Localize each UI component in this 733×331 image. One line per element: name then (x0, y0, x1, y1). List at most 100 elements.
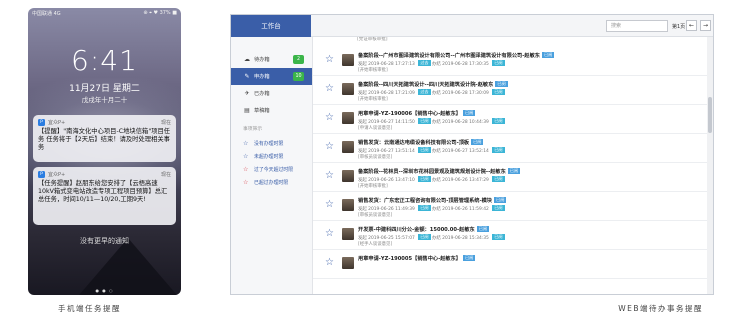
prev-page-button[interactable]: ← (686, 20, 697, 31)
count-badge: 10 (293, 72, 304, 81)
task-title[interactable]: 备案阶段--四川天拓建筑设计--四川天拓建筑设计院-赵敏东 已阅 (358, 81, 508, 88)
status-badge: 已阅 (495, 81, 508, 87)
filter-within-deadline[interactable]: ☆ 未超办理时限 (231, 150, 312, 163)
task-meta: 发起 2019-06-27 14:11:50 已阅 办结 2019-06-28 … (358, 118, 505, 125)
carrier-text: 中国联通 4G (32, 11, 61, 17)
web-header: 工作台 搜索 第1页 ← → (231, 15, 713, 37)
table-row[interactable]: ☆ 用章申请-YZ-190005【销售中心-赵敏东】 已阅 (313, 250, 707, 279)
notification-card[interactable]: P 宜众P+ 现在 【任务提醒】赵朋东给您安排了【云梧高速10kV箱式变电站改造… (33, 167, 176, 225)
star-icon[interactable]: ☆ (325, 229, 334, 239)
table-row[interactable]: ☆ 用章申请-YZ-190006【销售中心-赵敏东】 已阅 发起 2019-06-27… (313, 105, 707, 134)
star-icon[interactable]: ☆ (325, 200, 334, 210)
sidebar-item-label: 已办箱 (254, 91, 270, 97)
notification-app-name: 宜众P+ (48, 171, 66, 178)
star-icon[interactable]: ☆ (325, 258, 334, 268)
end-time: 办结 2019-06-27 13:52:14 (430, 149, 491, 154)
search-input[interactable]: 搜索 (606, 20, 668, 32)
task-title-text: 用章申请-YZ-190005【销售中心-赵敏东】 (358, 256, 461, 262)
task-step: [审核员谈谈意见] (358, 213, 393, 218)
task-title[interactable]: 用章申请-YZ-190006【销售中心-赵敏东】 已阅 (358, 110, 476, 117)
send-icon: ✈ (244, 90, 250, 97)
filter-no-deadline[interactable]: ☆ 没有办理时限 (231, 137, 312, 150)
filter-due-today[interactable]: ☆ 过了今天超过时限 (231, 163, 312, 176)
status-badge: 已阅 (492, 234, 505, 240)
wallpaper-mountain (68, 238, 181, 295)
sidebar-item-done[interactable]: ✈ 已办箱 (231, 85, 312, 102)
filter-label: 已超过办理时限 (254, 180, 289, 186)
status-badge: 过去 (418, 60, 431, 66)
sidebar-item-todo[interactable]: ☁ 待办箱 2 (231, 51, 312, 68)
scrollbar-thumb[interactable] (708, 97, 712, 133)
sidebar-item-drafts[interactable]: ▤ 草稿箱 (231, 102, 312, 119)
task-title[interactable]: 用章申请-YZ-190005【销售中心-赵敏东】 已阅 (358, 255, 476, 262)
table-row[interactable]: ☆ 开发票-中建科四川分公-金额：15000.00-赵敏东 已阅 发起 2019-06… (313, 221, 707, 250)
table-row[interactable]: ☆ 备案阶段--四川天拓建筑设计--四川天拓建筑设计院-赵敏东 已阅 发起 2019-… (313, 76, 707, 105)
table-row[interactable]: ☆ 销售发货：云南通达电缆设备科技有限公司-顶板 已阅 发起 2019-06-27 1… (313, 134, 707, 163)
task-title[interactable]: 开发票-中建科四川分公-金额：15000.00-赵敏东 已阅 (358, 226, 490, 233)
status-badge: 过去 (418, 89, 431, 95)
sidebar-item-label: 待办箱 (254, 57, 270, 63)
end-time: 办结 2019-06-28 17:30:09 (430, 91, 491, 96)
notification-app-name: 宜众P+ (48, 119, 66, 126)
task-title-text: 备案阶段--四川天拓建筑设计--四川天拓建筑设计院-赵敏东 (358, 82, 494, 88)
avatar (342, 112, 354, 124)
filter-label: 未超办理时限 (254, 154, 284, 160)
task-step: [开始审核审批] (358, 68, 388, 73)
notification-body: 【提醒】"南海文化中心项目-C地块信箱"项目任务 任务将于【2天后】结束！请及时… (38, 128, 171, 152)
status-badge: 已阅 (492, 60, 505, 66)
sidebar-item-label: 草稿箱 (254, 108, 270, 114)
star-icon: ☆ (243, 140, 249, 147)
status-badge: 已阅 (507, 168, 521, 174)
status-badge: 已阅 (492, 147, 505, 153)
app-icon: P (38, 118, 45, 126)
task-title-text: 用章申请-YZ-190006【销售中心-赵敏东】 (358, 111, 461, 117)
next-page-button[interactable]: → (700, 20, 711, 31)
task-title-text: 销售发货：广东宏正工程咨询有限公司-顶层管理系统-模块 (358, 198, 492, 204)
task-list: [党证审核审批] ☆ 备案阶段--广州市图泽建筑设计有限公司--广州市图泽建筑设计… (313, 37, 707, 294)
task-step: [开始审核审批] (358, 184, 388, 189)
task-title-text: 销售发货：云南通达电缆设备科技有限公司-顶板 (358, 140, 470, 146)
scrollbar[interactable] (707, 37, 713, 294)
status-badge: 已阅 (462, 255, 476, 261)
task-title[interactable]: 销售发货：广东宏正工程咨询有限公司-顶层管理系统-模块 已阅 (358, 197, 507, 204)
avatar (342, 199, 354, 211)
star-icon[interactable]: ☆ (325, 84, 334, 94)
star-icon[interactable]: ☆ (325, 113, 334, 123)
task-step: [审核员谈谈意见] (358, 155, 393, 160)
status-badge: 已阅 (492, 118, 505, 124)
star-icon[interactable]: ☆ (325, 55, 334, 65)
task-title-text: 开发票-中建科四川分公-金额：15000.00-赵敏东 (358, 227, 475, 233)
task-meta: 发起 2019-06-27 13:51:14 已阅 办结 2019-06-27 … (358, 147, 505, 154)
star-icon[interactable]: ☆ (325, 142, 334, 152)
notification-card[interactable]: P 宜众P+ 现在 【提醒】"南海文化中心项目-C地块信箱"项目任务 任务将于【… (33, 115, 176, 162)
status-badge: 已阅 (471, 139, 484, 145)
task-title[interactable]: 销售发货：云南通达电缆设备科技有限公司-顶板 已阅 (358, 139, 484, 146)
draft-icon: ▤ (244, 107, 250, 114)
phone-caption: 手机端任务提醒 (58, 304, 121, 313)
status-bar: 中国联通 4G ⊕ ⌖ ♥ 37% ■ (32, 10, 177, 19)
filter-label: 过了今天超过时限 (254, 167, 294, 173)
status-badge: 已阅 (418, 234, 431, 240)
star-icon[interactable]: ☆ (325, 171, 334, 181)
sidebar-item-applied[interactable]: ✎ 申办箱 10 (231, 68, 312, 85)
avatar (342, 83, 354, 95)
status-badge: 已阅 (492, 205, 505, 211)
notification-header: P 宜众P+ 现在 (38, 170, 171, 178)
sidebar: ☁ 待办箱 2 ✎ 申办箱 10 ✈ 已办箱 ▤ 草稿箱 事项筛示 ☆ 没有办理… (231, 37, 313, 294)
status-badge: 已阅 (494, 197, 507, 203)
task-title[interactable]: 备案阶段--广州市图泽建筑设计有限公司--广州市图泽建筑设计有限公司-赵敏东 已阅 (358, 52, 555, 59)
task-title[interactable]: 备案阶段--花林员--深圳市花林园景观及建筑规划设计院--赵敏东 已阅 (358, 168, 521, 175)
table-row[interactable]: ☆ 销售发货：广东宏正工程咨询有限公司-顶层管理系统-模块 已阅 发起 2019-06… (313, 192, 707, 221)
web-window: 工作台 搜索 第1页 ← → ☁ 待办箱 2 ✎ 申办箱 10 ✈ 已办箱 ▤ … (230, 14, 714, 295)
phone-lockscreen: 中国联通 4G ⊕ ⌖ ♥ 37% ■ 6:41 11月27日 星期二 戊戌年十… (28, 8, 181, 295)
status-badge: 已阅 (418, 205, 431, 211)
avatar (342, 170, 354, 182)
brand-label[interactable]: 工作台 (231, 15, 311, 37)
table-row[interactable]: ☆ 备案阶段--广州市图泽建筑设计有限公司--广州市图泽建筑设计有限公司-赵敏东已… (313, 47, 707, 76)
notification-header: P 宜众P+ 现在 (38, 118, 171, 126)
task-step: [开始审核审批] (358, 97, 388, 102)
filter-overdue[interactable]: ☆ 已超过办理时限 (231, 176, 312, 189)
task-meta: 发起 2019-06-26 13:47:10 已阅 办结 2019-06-26 … (358, 176, 505, 183)
edit-icon: ✎ (244, 73, 250, 80)
table-row[interactable]: ☆ 备案阶段--花林员--深圳市花林园景观及建筑规划设计院--赵敏东 已阅 发起 20… (313, 163, 707, 192)
